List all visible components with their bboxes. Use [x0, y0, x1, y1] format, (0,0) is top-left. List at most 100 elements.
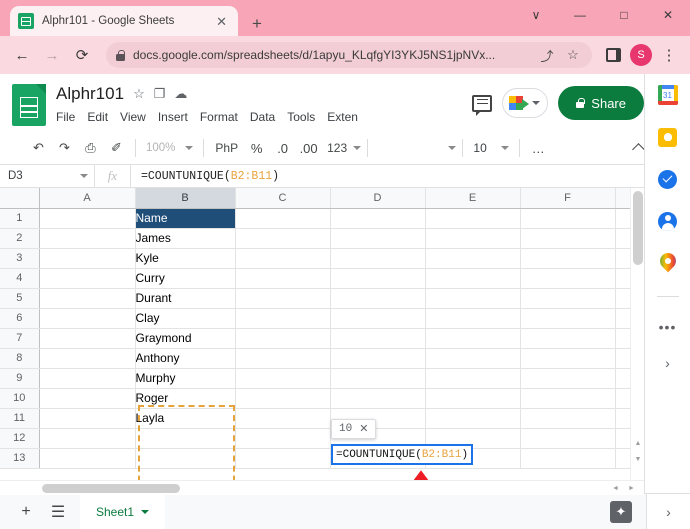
cell-b9[interactable]: Murphy: [135, 368, 236, 389]
browser-tab-alphr101[interactable]: Alphr101 - Google Sheets ✕: [10, 6, 238, 36]
cell-b11[interactable]: Layla: [135, 408, 236, 429]
row-header-12[interactable]: 12: [0, 428, 40, 449]
minimize-icon[interactable]: —: [558, 0, 602, 30]
cell-b12[interactable]: [135, 428, 236, 449]
scroll-down-arrow-icon[interactable]: ▼: [631, 452, 645, 466]
name-box[interactable]: D3: [0, 165, 95, 187]
cell-a7[interactable]: [39, 328, 136, 349]
cell-c8[interactable]: [235, 348, 331, 369]
close-icon[interactable]: ✕: [359, 422, 368, 436]
move-to-folder-icon[interactable]: ❐: [154, 86, 166, 102]
chevron-down-icon[interactable]: [353, 146, 362, 150]
cell-e1[interactable]: [425, 208, 521, 229]
cell-d2[interactable]: [330, 228, 426, 249]
maximize-icon[interactable]: □: [602, 0, 646, 30]
cell-a8[interactable]: [39, 348, 136, 369]
more-apps-icon[interactable]: •••: [659, 319, 677, 335]
cell-f1[interactable]: [520, 208, 616, 229]
redo-icon[interactable]: ↷: [52, 135, 77, 161]
cell-c7[interactable]: [235, 328, 331, 349]
formula-input[interactable]: =COUNTUNIQUE(B2:B11): [131, 170, 690, 183]
row-header-5[interactable]: 5: [0, 288, 40, 309]
tab-search-chevron-down-icon[interactable]: ∨: [514, 0, 558, 30]
cell-a12[interactable]: [39, 428, 136, 449]
cell-f7[interactable]: [520, 328, 616, 349]
row-header-11[interactable]: 11: [0, 408, 40, 429]
share-button[interactable]: Share: [558, 86, 644, 120]
column-header-d[interactable]: D: [330, 188, 426, 209]
menu-file[interactable]: File: [56, 110, 75, 124]
row-header-13[interactable]: 13: [0, 448, 40, 469]
cell-formula-editor[interactable]: =COUNTUNIQUE(B2:B11): [331, 444, 474, 465]
cell-a10[interactable]: [39, 388, 136, 409]
chevron-down-icon[interactable]: [141, 509, 150, 514]
cell-d9[interactable]: [330, 368, 426, 389]
chrome-profile-avatar[interactable]: S: [630, 44, 652, 66]
cell-b10[interactable]: Roger: [135, 388, 236, 409]
back-arrow-icon[interactable]: ←: [8, 41, 36, 69]
scroll-left-arrow-icon[interactable]: ◄: [609, 482, 622, 495]
cell-d8[interactable]: [330, 348, 426, 369]
cell-a3[interactable]: [39, 248, 136, 269]
cell-b13[interactable]: [135, 448, 236, 469]
address-bar[interactable]: docs.google.com/spreadsheets/d/1apyu_KLq…: [106, 42, 592, 68]
row-header-6[interactable]: 6: [0, 308, 40, 329]
contacts-icon[interactable]: [657, 210, 679, 232]
menu-insert[interactable]: Insert: [158, 110, 188, 124]
bookmark-star-icon[interactable]: ☆: [564, 46, 582, 64]
row-header-1[interactable]: 1: [0, 208, 40, 229]
currency-format-button[interactable]: PhP: [210, 141, 243, 155]
horizontal-scrollbar[interactable]: ◄ ►: [0, 480, 644, 495]
sheet-tab-sheet1[interactable]: Sheet1: [80, 493, 166, 529]
column-header-c[interactable]: C: [235, 188, 331, 209]
expand-side-panel-chevron-right-icon[interactable]: ›: [665, 355, 670, 371]
cell-b1[interactable]: Name: [135, 208, 236, 229]
close-icon[interactable]: ✕: [213, 13, 230, 30]
cell-e2[interactable]: [425, 228, 521, 249]
tasks-icon[interactable]: [657, 168, 679, 190]
cell-a2[interactable]: [39, 228, 136, 249]
increase-decimal-icon[interactable]: .00: [296, 135, 321, 161]
cell-e9[interactable]: [425, 368, 521, 389]
more-toolbar-options-icon[interactable]: …: [526, 135, 551, 161]
cell-e10[interactable]: [425, 388, 521, 409]
column-header-f[interactable]: F: [520, 188, 616, 209]
cell-b7[interactable]: Graymond: [135, 328, 236, 349]
menu-data[interactable]: Data: [250, 110, 275, 124]
reload-icon[interactable]: ⟳: [68, 41, 96, 69]
cell-e8[interactable]: [425, 348, 521, 369]
row-header-3[interactable]: 3: [0, 248, 40, 269]
cell-f8[interactable]: [520, 348, 616, 369]
column-header-b[interactable]: B: [135, 188, 236, 209]
cell-a11[interactable]: [39, 408, 136, 429]
cell-c3[interactable]: [235, 248, 331, 269]
cell-c9[interactable]: [235, 368, 331, 389]
undo-icon[interactable]: ↶: [26, 135, 51, 161]
cell-a1[interactable]: [39, 208, 136, 229]
meet-button[interactable]: [502, 88, 549, 118]
cell-b2[interactable]: James: [135, 228, 236, 249]
cell-f9[interactable]: [520, 368, 616, 389]
cell-c4[interactable]: [235, 268, 331, 289]
cell-f11[interactable]: [520, 408, 616, 429]
cell-e5[interactable]: [425, 288, 521, 309]
cell-b5[interactable]: Durant: [135, 288, 236, 309]
share-icon[interactable]: ⤴: [538, 46, 556, 64]
cell-a6[interactable]: [39, 308, 136, 329]
row-header-10[interactable]: 10: [0, 388, 40, 409]
cell-d10[interactable]: [330, 388, 426, 409]
chrome-menu-kebab-icon[interactable]: ⋮: [656, 42, 682, 68]
keep-icon[interactable]: [657, 126, 679, 148]
cell-f2[interactable]: [520, 228, 616, 249]
new-tab-button[interactable]: +: [252, 15, 262, 32]
cell-f12[interactable]: [520, 428, 616, 449]
page-title[interactable]: Alphr101: [56, 84, 124, 104]
window-close-icon[interactable]: ✕: [646, 0, 690, 30]
cell-c10[interactable]: [235, 388, 331, 409]
cell-a9[interactable]: [39, 368, 136, 389]
cell-c5[interactable]: [235, 288, 331, 309]
horizontal-scrollbar-thumb[interactable]: [42, 484, 180, 493]
cell-c6[interactable]: [235, 308, 331, 329]
cell-c11[interactable]: [235, 408, 331, 429]
menu-view[interactable]: View: [120, 110, 146, 124]
